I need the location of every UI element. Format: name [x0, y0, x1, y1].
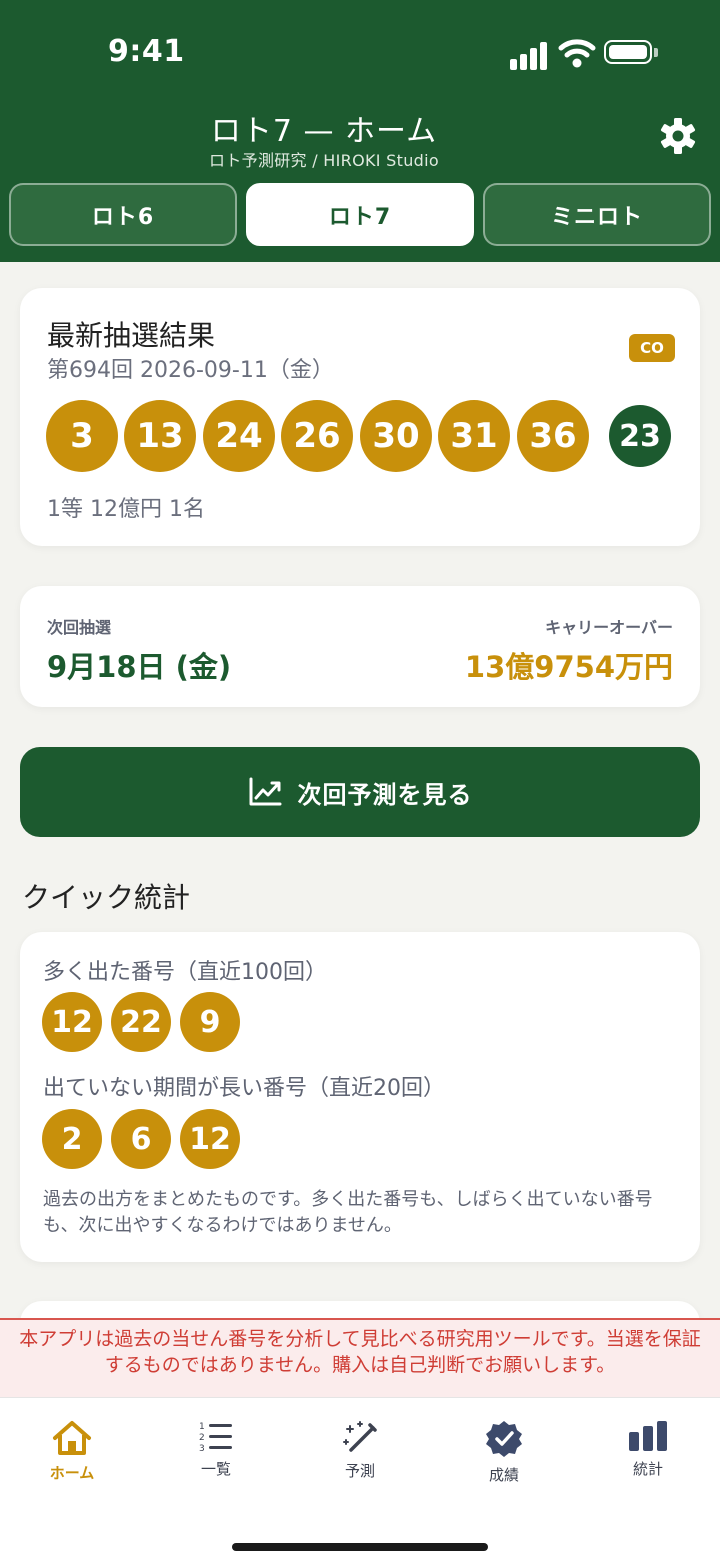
- status-time: 9:41: [108, 34, 185, 69]
- home-indicator: [232, 1543, 488, 1551]
- number-ball: 12: [42, 992, 102, 1052]
- nav-results[interactable]: 成績: [449, 1420, 559, 1490]
- signal-icon: [540, 42, 547, 70]
- tab-loto6[interactable]: ロト6: [9, 183, 237, 246]
- nav-predict-label: 予測: [344, 1462, 375, 1480]
- lottery-tabs: ロト6 ロト7 ミニロト: [9, 183, 711, 246]
- signal-icon: [530, 48, 537, 70]
- cold-numbers-label: 出ていない期間が長い番号（直近20回）: [43, 1076, 445, 1101]
- next-draw-label: 次回抽選: [47, 618, 112, 637]
- cold-numbers: 2 6 12: [42, 1109, 442, 1169]
- nav-stats[interactable]: 統計: [593, 1420, 703, 1490]
- number-ball: 12: [180, 1109, 240, 1169]
- verified-badge-icon: [486, 1421, 522, 1457]
- number-ball: 26: [281, 400, 353, 472]
- magic-wand-icon: [343, 1421, 377, 1452]
- svg-text:3: 3: [199, 1444, 205, 1452]
- view-prediction-button[interactable]: 次回予測を見る: [20, 747, 700, 837]
- next-draw-card: 次回抽選 9月18日 (金) キャリーオーバー 13億9754万円: [20, 586, 700, 707]
- carryover-badge: CO: [629, 334, 675, 362]
- nav-results-label: 成績: [488, 1466, 519, 1484]
- numbered-list-icon: 1 2 3: [199, 1422, 232, 1452]
- carryover-amount: 13億9754万円: [464, 650, 673, 684]
- number-ball: 24: [203, 400, 275, 472]
- bottom-nav: ホーム 1 2 3 一覧 予測 成績 統計: [0, 1397, 720, 1565]
- app-header: 9:41 ロト7 — ホーム ロト予測研究 / HIROKI Studio ロト…: [0, 0, 720, 262]
- winning-numbers: 3 13 24 26 30 31 36 23: [46, 400, 686, 472]
- nav-predict[interactable]: 予測: [305, 1420, 415, 1490]
- bar-chart-icon: [629, 1421, 667, 1451]
- number-ball: 2: [42, 1109, 102, 1169]
- number-ball: 6: [111, 1109, 171, 1169]
- latest-result-title: 最新抽選結果: [47, 319, 216, 352]
- quick-stats-card: 多く出た番号（直近100回） 12 22 9 出ていない期間が長い番号（直近20…: [20, 932, 700, 1262]
- carryover-label: キャリーオーバー: [545, 618, 673, 637]
- signal-icon: [520, 54, 527, 70]
- nav-home[interactable]: ホーム: [17, 1420, 127, 1490]
- nav-list-label: 一覧: [200, 1460, 231, 1478]
- next-draw-date: 9月18日 (金): [47, 650, 232, 684]
- number-ball: 31: [438, 400, 510, 472]
- tab-miniloto[interactable]: ミニロト: [483, 183, 711, 246]
- hot-numbers-label: 多く出た番号（直近100回）: [43, 960, 327, 985]
- nav-list[interactable]: 1 2 3 一覧: [161, 1420, 271, 1490]
- view-prediction-label: 次回予測を見る: [297, 780, 473, 809]
- home-icon: [53, 1421, 91, 1455]
- quick-stats-title: クイック統計: [22, 881, 191, 914]
- tab-loto7[interactable]: ロト7: [246, 183, 474, 246]
- first-prize-info: 1等 12億円 1名: [47, 497, 205, 522]
- svg-text:2: 2: [199, 1433, 205, 1443]
- page-subtitle: ロト予測研究 / HIROKI Studio: [209, 151, 439, 170]
- number-ball: 3: [46, 400, 118, 472]
- status-icons: [510, 36, 660, 70]
- battery-tip: [654, 48, 658, 57]
- draw-round-date: 第694回 2026-09-11（金）: [47, 358, 334, 383]
- wifi-icon: [558, 39, 596, 68]
- stats-note: 過去の出方をまとめたものです。多く出た番号も、しばらく出ていない番号も、次に出や…: [43, 1189, 653, 1236]
- disclaimer-banner: 本アプリは過去の当せん番号を分析して見比べる研究用ツールです。当選を保証するもの…: [0, 1318, 720, 1397]
- battery-icon: [604, 40, 652, 64]
- number-ball: 13: [124, 400, 196, 472]
- number-ball: 30: [360, 400, 432, 472]
- number-ball: 9: [180, 992, 240, 1052]
- trend-chart-icon: [249, 777, 281, 806]
- page-title: ロト7 — ホーム: [210, 114, 438, 149]
- nav-stats-label: 統計: [632, 1460, 663, 1478]
- number-ball: 22: [111, 992, 171, 1052]
- hot-numbers: 12 22 9: [42, 992, 442, 1052]
- bonus-number-ball: 23: [609, 405, 671, 467]
- number-ball: 36: [517, 400, 589, 472]
- signal-icon: [510, 59, 517, 70]
- gear-icon[interactable]: [658, 116, 698, 156]
- nav-home-label: ホーム: [49, 1464, 95, 1482]
- latest-result-card[interactable]: 最新抽選結果 第694回 2026-09-11（金） CO 3 13 24 26…: [20, 288, 700, 546]
- svg-text:1: 1: [199, 1422, 205, 1432]
